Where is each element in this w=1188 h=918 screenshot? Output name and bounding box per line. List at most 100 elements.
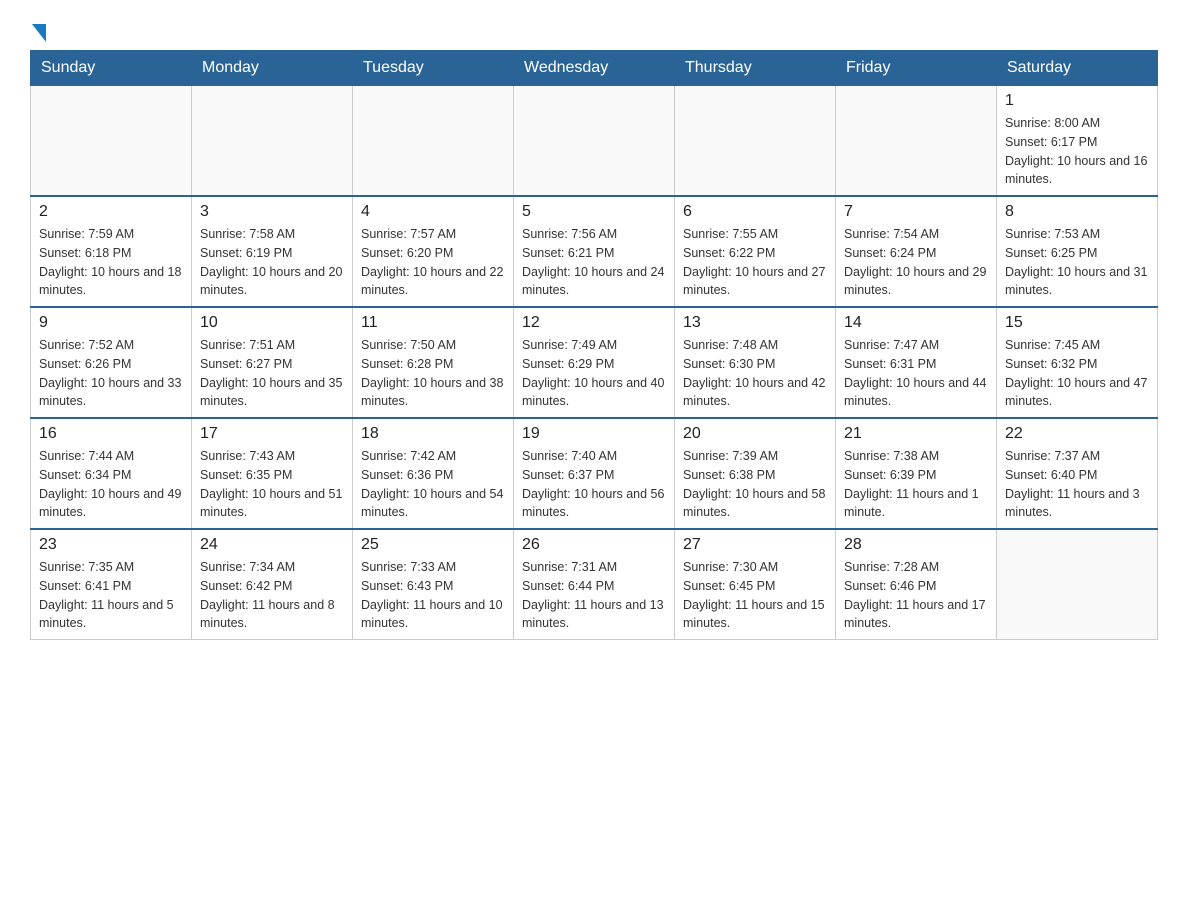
calendar-week-row: 16 Sunrise: 7:44 AMSunset: 6:34 PMDayligh… xyxy=(31,418,1158,529)
day-info: Sunrise: 7:42 AMSunset: 6:36 PMDaylight:… xyxy=(361,447,505,522)
day-info: Sunrise: 7:39 AMSunset: 6:38 PMDaylight:… xyxy=(683,447,827,522)
calendar-day-cell: 22 Sunrise: 7:37 AMSunset: 6:40 PMDayligh… xyxy=(997,418,1158,529)
day-info: Sunrise: 7:54 AMSunset: 6:24 PMDaylight:… xyxy=(844,225,988,300)
day-number: 11 xyxy=(361,314,505,332)
calendar-day-cell xyxy=(836,86,997,197)
calendar-day-cell: 21 Sunrise: 7:38 AMSunset: 6:39 PMDayligh… xyxy=(836,418,997,529)
logo-arrow-icon xyxy=(32,24,46,42)
calendar-day-cell: 12 Sunrise: 7:49 AMSunset: 6:29 PMDayligh… xyxy=(514,307,675,418)
calendar-day-cell: 20 Sunrise: 7:39 AMSunset: 6:38 PMDayligh… xyxy=(675,418,836,529)
calendar-table: SundayMondayTuesdayWednesdayThursdayFrid… xyxy=(30,50,1158,640)
calendar-day-cell: 19 Sunrise: 7:40 AMSunset: 6:37 PMDayligh… xyxy=(514,418,675,529)
day-info: Sunrise: 7:43 AMSunset: 6:35 PMDaylight:… xyxy=(200,447,344,522)
day-of-week-header: Tuesday xyxy=(353,51,514,86)
calendar-day-cell: 25 Sunrise: 7:33 AMSunset: 6:43 PMDayligh… xyxy=(353,529,514,640)
calendar-day-cell: 10 Sunrise: 7:51 AMSunset: 6:27 PMDayligh… xyxy=(192,307,353,418)
day-number: 5 xyxy=(522,203,666,221)
day-number: 27 xyxy=(683,536,827,554)
day-info: Sunrise: 7:49 AMSunset: 6:29 PMDaylight:… xyxy=(522,336,666,411)
calendar-header-row: SundayMondayTuesdayWednesdayThursdayFrid… xyxy=(31,51,1158,86)
day-number: 24 xyxy=(200,536,344,554)
calendar-day-cell: 14Sunrise: 7:47 AMSunset: 6:31 PMDayligh… xyxy=(836,307,997,418)
day-number: 15 xyxy=(1005,314,1149,332)
day-of-week-header: Wednesday xyxy=(514,51,675,86)
calendar-day-cell: 9 Sunrise: 7:52 AMSunset: 6:26 PMDaylight… xyxy=(31,307,192,418)
calendar-day-cell: 17 Sunrise: 7:43 AMSunset: 6:35 PMDayligh… xyxy=(192,418,353,529)
calendar-day-cell xyxy=(192,86,353,197)
day-of-week-header: Monday xyxy=(192,51,353,86)
calendar-day-cell: 3 Sunrise: 7:58 AMSunset: 6:19 PMDaylight… xyxy=(192,196,353,307)
day-number: 28 xyxy=(844,536,988,554)
day-of-week-header: Thursday xyxy=(675,51,836,86)
day-number: 3 xyxy=(200,203,344,221)
calendar-day-cell: 4 Sunrise: 7:57 AMSunset: 6:20 PMDaylight… xyxy=(353,196,514,307)
calendar-day-cell: 5 Sunrise: 7:56 AMSunset: 6:21 PMDaylight… xyxy=(514,196,675,307)
calendar-day-cell: 26 Sunrise: 7:31 AMSunset: 6:44 PMDayligh… xyxy=(514,529,675,640)
day-info: Sunrise: 7:51 AMSunset: 6:27 PMDaylight:… xyxy=(200,336,344,411)
day-number: 13 xyxy=(683,314,827,332)
day-info: Sunrise: 7:59 AMSunset: 6:18 PMDaylight:… xyxy=(39,225,183,300)
day-info: Sunrise: 7:37 AMSunset: 6:40 PMDaylight:… xyxy=(1005,447,1149,522)
day-number: 9 xyxy=(39,314,183,332)
page-header xyxy=(30,20,1158,40)
calendar-day-cell: 6 Sunrise: 7:55 AMSunset: 6:22 PMDaylight… xyxy=(675,196,836,307)
day-info: Sunrise: 7:50 AMSunset: 6:28 PMDaylight:… xyxy=(361,336,505,411)
day-info: Sunrise: 7:30 AMSunset: 6:45 PMDaylight:… xyxy=(683,558,827,633)
calendar-day-cell xyxy=(997,529,1158,640)
calendar-day-cell xyxy=(353,86,514,197)
calendar-day-cell: 7 Sunrise: 7:54 AMSunset: 6:24 PMDaylight… xyxy=(836,196,997,307)
logo xyxy=(30,20,46,40)
day-number: 25 xyxy=(361,536,505,554)
day-number: 22 xyxy=(1005,425,1149,443)
calendar-day-cell: 8 Sunrise: 7:53 AMSunset: 6:25 PMDaylight… xyxy=(997,196,1158,307)
day-info: Sunrise: 7:52 AMSunset: 6:26 PMDaylight:… xyxy=(39,336,183,411)
calendar-day-cell: 23Sunrise: 7:35 AMSunset: 6:41 PMDayligh… xyxy=(31,529,192,640)
day-info: Sunrise: 7:57 AMSunset: 6:20 PMDaylight:… xyxy=(361,225,505,300)
day-info: Sunrise: 8:00 AMSunset: 6:17 PMDaylight:… xyxy=(1005,114,1149,189)
day-number: 10 xyxy=(200,314,344,332)
day-number: 7 xyxy=(844,203,988,221)
calendar-day-cell: 1 Sunrise: 8:00 AMSunset: 6:17 PMDaylight… xyxy=(997,86,1158,197)
calendar-week-row: 2 Sunrise: 7:59 AMSunset: 6:18 PMDaylight… xyxy=(31,196,1158,307)
calendar-day-cell: 13 Sunrise: 7:48 AMSunset: 6:30 PMDayligh… xyxy=(675,307,836,418)
day-info: Sunrise: 7:56 AMSunset: 6:21 PMDaylight:… xyxy=(522,225,666,300)
day-number: 17 xyxy=(200,425,344,443)
day-number: 21 xyxy=(844,425,988,443)
day-info: Sunrise: 7:40 AMSunset: 6:37 PMDaylight:… xyxy=(522,447,666,522)
day-info: Sunrise: 7:38 AMSunset: 6:39 PMDaylight:… xyxy=(844,447,988,522)
day-number: 26 xyxy=(522,536,666,554)
day-info: Sunrise: 7:47 AMSunset: 6:31 PMDaylight:… xyxy=(844,336,988,411)
day-number: 16 xyxy=(39,425,183,443)
calendar-day-cell: 11 Sunrise: 7:50 AMSunset: 6:28 PMDayligh… xyxy=(353,307,514,418)
day-number: 6 xyxy=(683,203,827,221)
day-info: Sunrise: 7:55 AMSunset: 6:22 PMDaylight:… xyxy=(683,225,827,300)
day-info: Sunrise: 7:44 AMSunset: 6:34 PMDaylight:… xyxy=(39,447,183,522)
calendar-day-cell: 2 Sunrise: 7:59 AMSunset: 6:18 PMDaylight… xyxy=(31,196,192,307)
calendar-day-cell: 24Sunrise: 7:34 AMSunset: 6:42 PMDayligh… xyxy=(192,529,353,640)
day-of-week-header: Friday xyxy=(836,51,997,86)
day-info: Sunrise: 7:28 AMSunset: 6:46 PMDaylight:… xyxy=(844,558,988,633)
calendar-day-cell xyxy=(675,86,836,197)
day-info: Sunrise: 7:31 AMSunset: 6:44 PMDaylight:… xyxy=(522,558,666,633)
calendar-week-row: 23Sunrise: 7:35 AMSunset: 6:41 PMDayligh… xyxy=(31,529,1158,640)
calendar-day-cell: 27 Sunrise: 7:30 AMSunset: 6:45 PMDayligh… xyxy=(675,529,836,640)
calendar-day-cell: 16 Sunrise: 7:44 AMSunset: 6:34 PMDayligh… xyxy=(31,418,192,529)
calendar-day-cell: 15 Sunrise: 7:45 AMSunset: 6:32 PMDayligh… xyxy=(997,307,1158,418)
day-number: 2 xyxy=(39,203,183,221)
day-number: 12 xyxy=(522,314,666,332)
day-info: Sunrise: 7:35 AMSunset: 6:41 PMDaylight:… xyxy=(39,558,183,633)
day-number: 1 xyxy=(1005,92,1149,110)
day-number: 20 xyxy=(683,425,827,443)
day-info: Sunrise: 7:48 AMSunset: 6:30 PMDaylight:… xyxy=(683,336,827,411)
day-info: Sunrise: 7:45 AMSunset: 6:32 PMDaylight:… xyxy=(1005,336,1149,411)
day-number: 18 xyxy=(361,425,505,443)
day-info: Sunrise: 7:33 AMSunset: 6:43 PMDaylight:… xyxy=(361,558,505,633)
calendar-week-row: 9 Sunrise: 7:52 AMSunset: 6:26 PMDaylight… xyxy=(31,307,1158,418)
day-number: 4 xyxy=(361,203,505,221)
day-number: 19 xyxy=(522,425,666,443)
day-info: Sunrise: 7:58 AMSunset: 6:19 PMDaylight:… xyxy=(200,225,344,300)
day-number: 8 xyxy=(1005,203,1149,221)
day-info: Sunrise: 7:53 AMSunset: 6:25 PMDaylight:… xyxy=(1005,225,1149,300)
calendar-week-row: 1 Sunrise: 8:00 AMSunset: 6:17 PMDaylight… xyxy=(31,86,1158,197)
calendar-day-cell: 18 Sunrise: 7:42 AMSunset: 6:36 PMDayligh… xyxy=(353,418,514,529)
